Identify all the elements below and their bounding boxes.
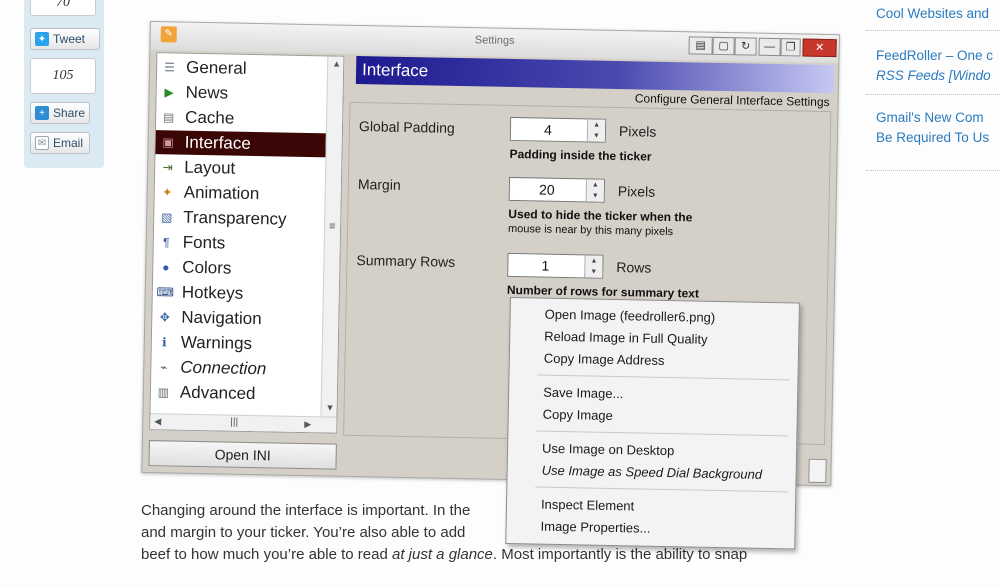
scroll-left-icon[interactable]: ◀: [154, 416, 161, 427]
warnings-icon: ℹ: [161, 335, 167, 350]
tweet-label: Tweet: [53, 32, 86, 46]
general-icon: ☰: [164, 60, 176, 75]
nav-item-interface[interactable]: ▣ Interface: [155, 130, 328, 158]
sidebar-separator: [866, 30, 1000, 31]
menu-separator: [535, 486, 788, 493]
titlebar-tool-icon[interactable]: ▤: [688, 36, 713, 55]
global-padding-value[interactable]: 4: [511, 118, 585, 141]
email-label: Email: [53, 136, 84, 150]
summary-rows-unit: Rows: [616, 258, 652, 276]
sidebar-separator: [866, 170, 1000, 171]
menu-item-copy-image[interactable]: Copy Image: [543, 407, 613, 423]
titlebar-tool-icon[interactable]: ↻: [734, 37, 757, 56]
margin-unit: Pixels: [617, 183, 656, 200]
nav-item-fonts[interactable]: ¶ Fonts: [154, 230, 326, 257]
nav-item-transparency[interactable]: ▧ Transparency: [154, 205, 326, 232]
share-count: 105: [30, 58, 96, 94]
interface-icon: ▣: [162, 135, 174, 150]
context-menu: Open Image (feedroller6.png) Reload Imag…: [505, 297, 800, 550]
tweet-button[interactable]: ✦ Tweet: [30, 28, 100, 50]
envelope-icon: ✉: [35, 136, 49, 150]
navigation-icon: ✥: [159, 310, 170, 325]
cache-icon: ▤: [162, 110, 175, 125]
margin-spinner[interactable]: 20 ▲ ▼: [508, 176, 606, 203]
sidebar-link-gmail[interactable]: Gmail's New Com Be Required To Us: [876, 108, 989, 148]
summary-rows-spinner[interactable]: 1 ▲ ▼: [507, 252, 604, 279]
horizontal-scrollbar[interactable]: ◀ ||| ▶: [150, 413, 337, 433]
margin-help: Used to hide the ticker when the mouse i…: [507, 206, 693, 239]
sidebar-separator: [866, 94, 1000, 95]
nav-item-news[interactable]: ▶ News: [156, 80, 328, 107]
fonts-icon: ¶: [162, 235, 170, 250]
nav-item-general[interactable]: ☰ General: [157, 55, 329, 82]
global-padding-unit: Pixels: [618, 123, 657, 140]
connection-icon: ⌁: [160, 360, 168, 375]
nav-item-layout[interactable]: ⇥ Layout: [155, 155, 327, 182]
nav-item-warnings[interactable]: ℹ Warnings: [152, 330, 324, 357]
email-button[interactable]: ✉ Email: [30, 132, 90, 154]
twitter-icon: ✦: [35, 32, 49, 46]
menu-item-inspect-element[interactable]: Inspect Element: [541, 497, 634, 514]
nav-item-connection[interactable]: ⌁ Connection: [151, 355, 323, 382]
global-padding-spinner[interactable]: 4 ▲ ▼: [509, 116, 607, 143]
spinner-arrows-icon[interactable]: ▲ ▼: [585, 179, 605, 202]
global-padding-help: Padding inside the ticker: [509, 146, 652, 164]
scroll-down-icon[interactable]: ▼: [326, 402, 335, 412]
sidebar-link-feedroller[interactable]: FeedRoller – One c RSS Feeds [Windo: [876, 46, 993, 86]
menu-item-reload-image[interactable]: Reload Image in Full Quality: [544, 329, 708, 347]
menu-item-save-image[interactable]: Save Image...: [543, 385, 623, 402]
nav-item-animation[interactable]: ✦ Animation: [154, 180, 326, 207]
close-button[interactable]: ✕: [802, 38, 837, 58]
transparency-icon: ▧: [160, 210, 173, 225]
nav-item-cache[interactable]: ▤ Cache: [156, 105, 328, 132]
advanced-icon: ▥: [157, 385, 170, 400]
news-icon: ▶: [164, 85, 174, 100]
scroll-grip-icon[interactable]: ≡: [329, 220, 336, 232]
nav-item-advanced[interactable]: ▥ Advanced: [151, 380, 323, 407]
menu-separator: [537, 374, 790, 381]
margin-value[interactable]: 20: [510, 178, 584, 201]
settings-category-list[interactable]: ☰ General ▶ News ▤ Cache ▣ Interface ⇥ L…: [149, 52, 345, 434]
social-share-bar: 70 ✦ Tweet 105 + Share ✉ Email: [24, 0, 104, 168]
dialog-button-partial[interactable]: [808, 458, 827, 484]
sidebar-link-cool-websites[interactable]: Cool Websites and: [876, 4, 989, 24]
menu-item-open-image[interactable]: Open Image (feedroller6.png): [545, 307, 716, 325]
colors-icon: ●: [162, 260, 170, 275]
menu-item-use-image-speed-dial[interactable]: Use Image as Speed Dial Background: [542, 463, 763, 482]
nav-item-colors[interactable]: ● Colors: [153, 255, 325, 282]
nav-item-navigation[interactable]: ✥ Navigation: [152, 305, 324, 332]
layout-icon: ⇥: [162, 160, 173, 175]
scroll-up-icon[interactable]: ▲: [332, 59, 341, 69]
open-ini-button[interactable]: Open INI: [148, 440, 337, 470]
share-count-top: 70: [30, 0, 96, 16]
margin-label: Margin: [357, 176, 401, 193]
scroll-right-icon[interactable]: ▶: [304, 419, 311, 430]
page: 70 ✦ Tweet 105 + Share ✉ Email Cool Webs…: [0, 0, 1000, 587]
menu-item-copy-image-address[interactable]: Copy Image Address: [544, 351, 665, 368]
share-button[interactable]: + Share: [30, 102, 90, 124]
hotkeys-icon: ⌨: [156, 285, 175, 300]
share-label: Share: [53, 106, 86, 120]
animation-icon: ✦: [162, 185, 173, 200]
menu-separator: [536, 430, 789, 437]
summary-rows-value[interactable]: 1: [508, 254, 582, 277]
menu-item-use-image-desktop[interactable]: Use Image on Desktop: [542, 441, 674, 459]
spinner-arrows-icon[interactable]: ▲ ▼: [586, 119, 606, 142]
nav-item-hotkeys[interactable]: ⌨ Hotkeys: [153, 280, 325, 307]
menu-item-image-properties[interactable]: Image Properties...: [540, 519, 650, 536]
summary-rows-label: Summary Rows: [356, 252, 456, 270]
restore-button[interactable]: ❐: [780, 38, 801, 57]
minimize-button[interactable]: —: [758, 37, 781, 57]
global-padding-label: Global Padding: [358, 118, 455, 136]
titlebar-tool-icon[interactable]: ▢: [712, 36, 735, 56]
spinner-arrows-icon[interactable]: ▲ ▼: [584, 255, 603, 278]
plus-icon: +: [35, 106, 49, 120]
scroll-grip-icon[interactable]: |||: [230, 417, 238, 428]
